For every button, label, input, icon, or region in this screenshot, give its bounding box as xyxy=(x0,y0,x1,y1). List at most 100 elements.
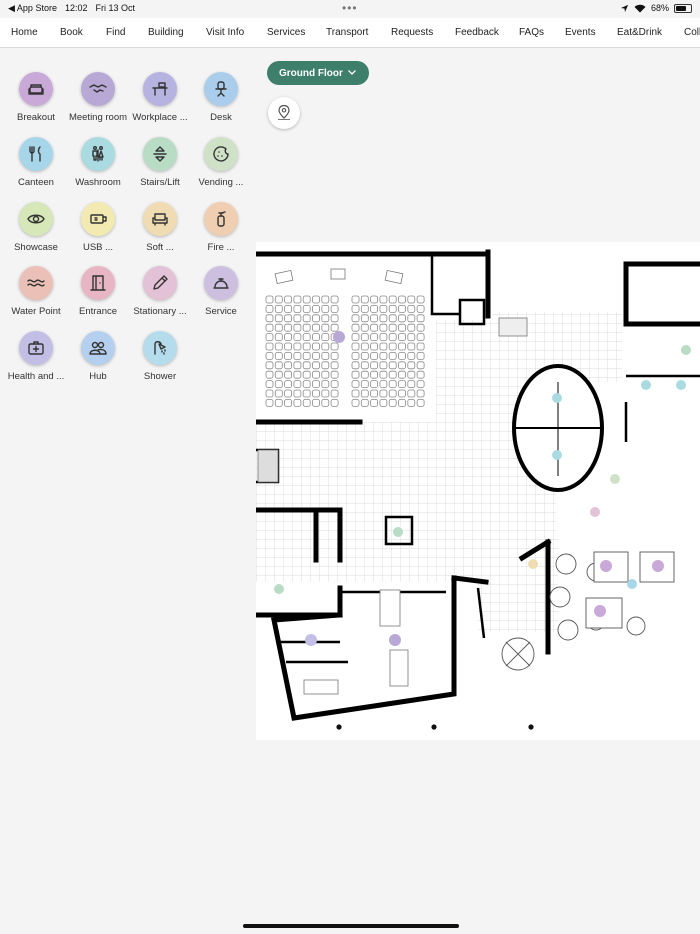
category-label: Hub xyxy=(89,371,107,382)
category-vending[interactable]: Vending ... xyxy=(188,137,254,188)
nav-item-events[interactable]: Events xyxy=(565,27,596,38)
category-label: Fire ... xyxy=(207,242,235,253)
water-icon xyxy=(27,279,45,287)
firstaid-icon xyxy=(28,341,44,355)
category-badge xyxy=(19,331,53,365)
category-washroom[interactable]: Washroom xyxy=(65,137,131,188)
handshake-icon xyxy=(89,84,107,93)
location-pin-button[interactable] xyxy=(268,97,300,129)
chair-icon xyxy=(215,81,227,97)
category-badge xyxy=(19,202,53,236)
cookie-icon xyxy=(213,146,229,162)
washroom-icon xyxy=(92,146,104,162)
category-label: Canteen xyxy=(18,177,54,188)
category-label: Washroom xyxy=(75,177,121,188)
floor-plan-drawing xyxy=(256,249,700,730)
category-health-and[interactable]: Health and ... xyxy=(3,331,69,382)
category-badge xyxy=(143,266,177,300)
category-badge xyxy=(143,72,177,106)
category-badge xyxy=(19,266,53,300)
category-service[interactable]: Service xyxy=(188,266,254,317)
people-icon xyxy=(89,341,107,355)
nav-item-home[interactable]: Home xyxy=(11,27,38,38)
category-soft[interactable]: Soft ... xyxy=(127,202,193,253)
extinguisher-icon xyxy=(217,211,226,227)
home-indicator[interactable] xyxy=(243,924,459,928)
category-badge xyxy=(81,72,115,106)
category-badge xyxy=(81,137,115,171)
category-badge xyxy=(204,202,238,236)
category-desk[interactable]: Desk xyxy=(188,72,254,123)
multitasking-dots-icon[interactable]: ••• xyxy=(342,1,358,15)
category-label: Water Point xyxy=(11,306,61,317)
back-to-app-link[interactable]: ◀ App Store xyxy=(8,3,57,14)
category-label: Stairs/Lift xyxy=(140,177,180,188)
location-arrow-icon xyxy=(620,4,629,12)
category-label: Shower xyxy=(143,371,177,382)
nav-item-find[interactable]: Find xyxy=(106,27,125,38)
category-badge xyxy=(19,72,53,106)
category-stationary[interactable]: Stationary ... xyxy=(127,266,193,317)
category-label: Showcase xyxy=(14,242,58,253)
shower-icon xyxy=(154,341,166,355)
sofa-icon xyxy=(28,84,44,95)
nav-item-requests[interactable]: Requests xyxy=(391,27,433,38)
category-badge xyxy=(81,266,115,300)
category-meeting-room[interactable]: Meeting room xyxy=(65,72,131,123)
nav-item-services[interactable]: Services xyxy=(267,27,305,38)
map-pin-icon xyxy=(278,104,290,120)
floor-selector-button[interactable]: Ground Floor xyxy=(267,61,369,85)
battery-percent: 68% xyxy=(650,3,669,13)
category-shower[interactable]: Shower xyxy=(127,331,193,382)
category-label: Meeting room xyxy=(68,112,128,123)
category-hub[interactable]: Hub xyxy=(65,331,131,382)
category-label: Vending ... xyxy=(198,177,244,188)
category-label: USB ... xyxy=(82,242,114,253)
category-badge xyxy=(143,137,177,171)
nav-item-visit-info[interactable]: Visit Info xyxy=(206,27,244,38)
category-badge xyxy=(81,331,115,365)
nav-item-building[interactable]: Building xyxy=(148,27,184,38)
category-water-point[interactable]: Water Point xyxy=(3,266,69,317)
category-badge xyxy=(19,137,53,171)
category-badge xyxy=(143,331,177,365)
bell-icon xyxy=(213,278,229,289)
usb-icon xyxy=(90,214,107,224)
wifi-icon xyxy=(634,4,646,12)
category-canteen[interactable]: Canteen xyxy=(3,137,69,188)
battery-icon xyxy=(674,3,692,13)
nav-item-eat-drink[interactable]: Eat&Drink xyxy=(617,27,662,38)
eye-icon xyxy=(27,214,45,224)
category-badge xyxy=(143,202,177,236)
category-usb[interactable]: USB ... xyxy=(65,202,131,253)
nav-item-faqs[interactable]: FAQs xyxy=(519,27,544,38)
category-entrance[interactable]: Entrance xyxy=(65,266,131,317)
pencil-icon xyxy=(153,275,168,290)
cutlery-icon xyxy=(29,146,41,162)
chevron-down-icon xyxy=(348,70,356,75)
category-label: Entrance xyxy=(78,306,118,317)
category-label: Workplace ... xyxy=(132,112,188,123)
nav-item-feedback[interactable]: Feedback xyxy=(455,27,499,38)
nav-item-book[interactable]: Book xyxy=(60,27,83,38)
category-label: Breakout xyxy=(16,112,56,123)
category-label: Stationary ... xyxy=(133,306,187,317)
door-icon xyxy=(90,275,106,291)
status-bar: ◀ App Store 12:02 Fri 13 Oct ••• 68% xyxy=(0,0,700,18)
category-label: Service xyxy=(205,306,237,317)
floor-plan-map[interactable] xyxy=(256,242,700,740)
category-badge xyxy=(81,202,115,236)
category-badge xyxy=(204,72,238,106)
category-showcase[interactable]: Showcase xyxy=(3,202,69,253)
category-workplace[interactable]: Workplace ... xyxy=(127,72,193,123)
status-time: 12:02 xyxy=(64,3,88,13)
category-badge xyxy=(204,266,238,300)
nav-item-coll[interactable]: Coll xyxy=(684,27,700,38)
floor-selector-label: Ground Floor xyxy=(279,67,343,79)
category-breakout[interactable]: Breakout xyxy=(3,72,69,123)
category-fire[interactable]: Fire ... xyxy=(188,202,254,253)
armchair-icon xyxy=(152,213,168,226)
nav-item-transport[interactable]: Transport xyxy=(326,27,368,38)
status-date: Fri 13 Oct xyxy=(95,3,135,13)
category-stairs-lift[interactable]: Stairs/Lift xyxy=(127,137,193,188)
